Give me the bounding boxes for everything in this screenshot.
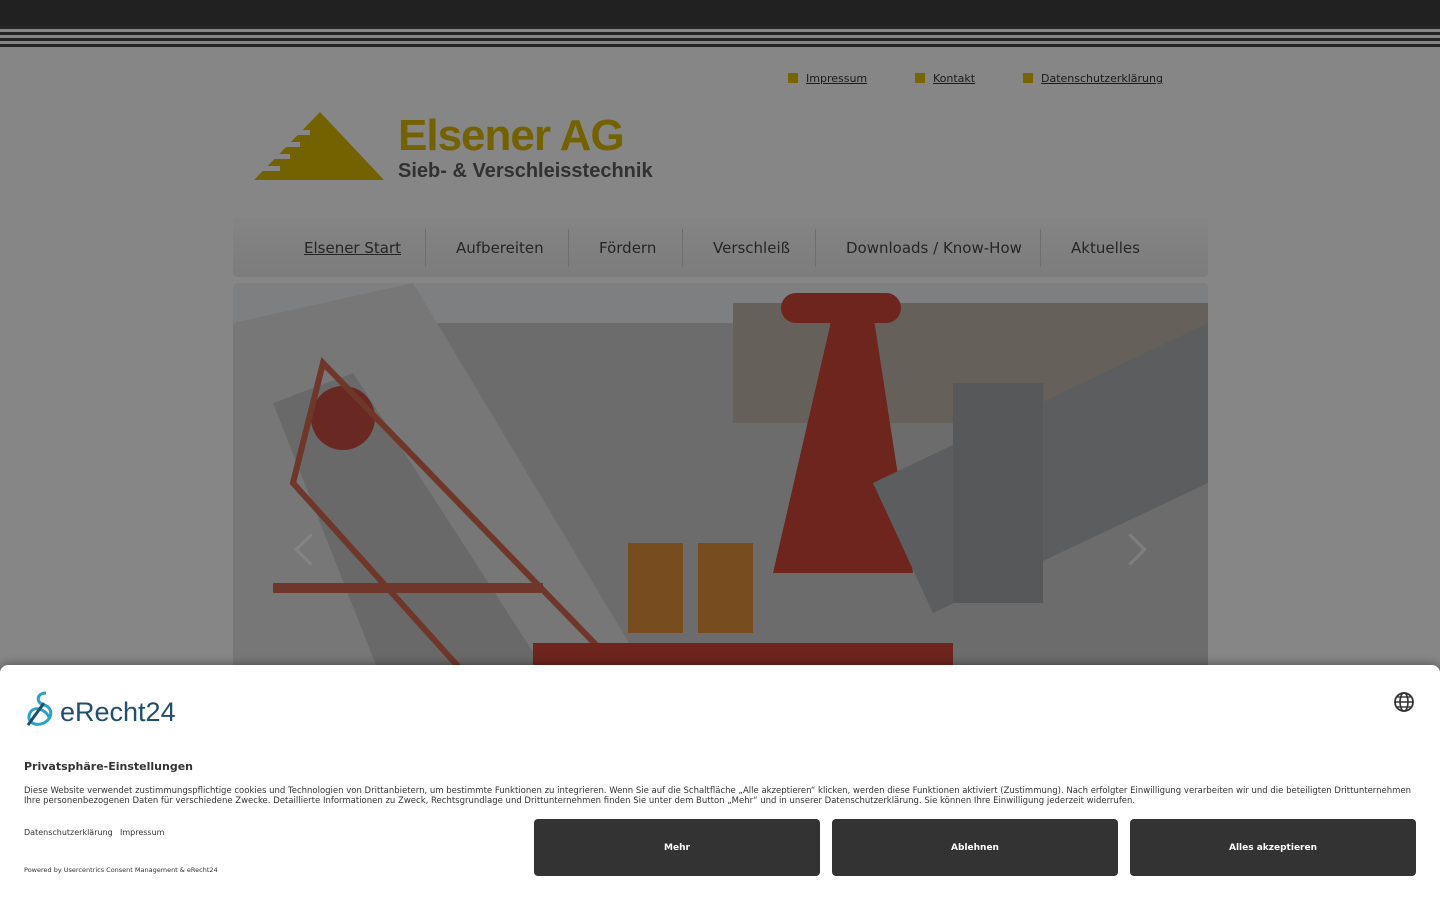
erecht24-logo: eRecht24 (24, 689, 204, 729)
consent-powered-by: Powered by Usercentrics Consent Manageme… (24, 866, 218, 874)
consent-datenschutz-link[interactable]: Datenschutzerklärung (24, 828, 113, 837)
erecht24-brand: eRecht24 (60, 697, 176, 727)
decline-button[interactable]: Ablehnen (832, 819, 1118, 876)
accept-all-button[interactable]: Alles akzeptieren (1130, 819, 1416, 876)
consent-impressum-link[interactable]: Impressum (120, 828, 164, 837)
more-button[interactable]: Mehr (534, 819, 820, 876)
consent-banner: eRecht24 Privatsphäre-Einstellungen Dies… (0, 665, 1440, 900)
consent-description: Diese Website verwendet zustimmungspflic… (24, 786, 1412, 806)
erecht24-symbol-icon (26, 691, 53, 726)
globe-icon[interactable] (1393, 691, 1415, 713)
consent-title: Privatsphäre-Einstellungen (24, 760, 193, 773)
